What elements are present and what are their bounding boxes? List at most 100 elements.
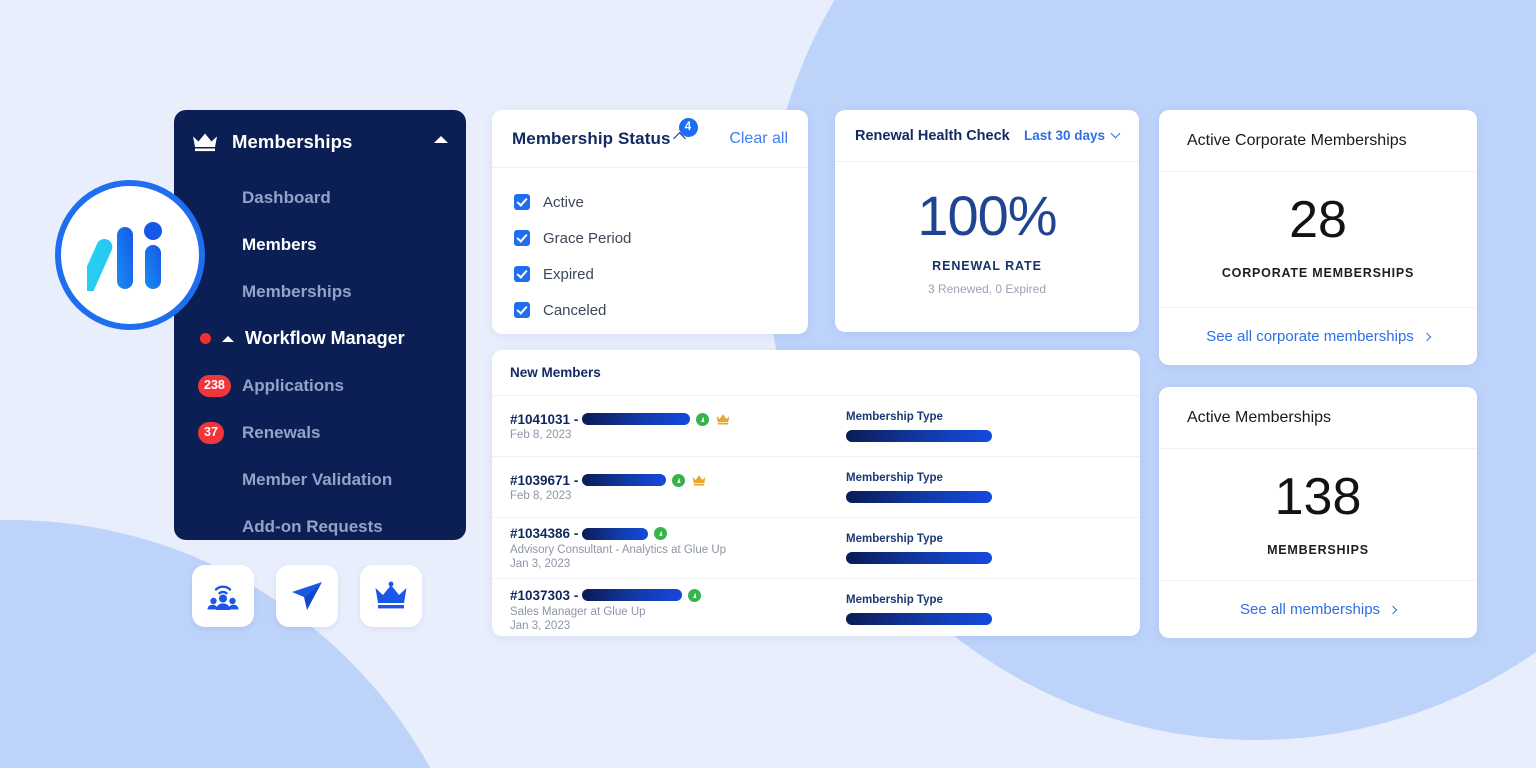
member-summary: #1039671 - Feb 8, 2023 <box>510 473 828 502</box>
sidebar-item-add-on-requests[interactable]: Add-on Requests <box>174 503 466 540</box>
membership-type-cell: Membership Type <box>828 594 1122 625</box>
memberships-card-header: Active Memberships <box>1159 387 1477 449</box>
notification-dot-icon <box>200 333 211 344</box>
status-option-label: Canceled <box>543 301 607 319</box>
membership-type-redacted <box>846 551 992 564</box>
status-filter-list: Active Grace Period Expired Canceled <box>492 168 808 328</box>
membership-status-title-wrap[interactable]: Membership Status 4 <box>512 117 698 149</box>
send-message-button[interactable] <box>276 565 338 627</box>
renewal-rate-label: RENEWAL RATE <box>932 259 1042 273</box>
member-id: #1041031 - <box>510 411 579 427</box>
see-all-memberships-link[interactable]: See all memberships <box>1239 601 1398 618</box>
verified-badge-icon <box>688 588 702 602</box>
member-summary: #1041031 - Feb 8, 2023 <box>510 412 828 441</box>
table-row[interactable]: #1037303 - Sales Manager at Glue Up Jan 3,… <box>492 579 1140 636</box>
applications-count-badge: 238 <box>198 374 231 397</box>
renewal-rate-subtext: 3 Renewed, 0 Expired <box>927 282 1047 296</box>
sidebar-group-workflow-manager[interactable]: Workflow Manager <box>174 315 466 362</box>
corporate-card-title: Active Corporate Memberships <box>1187 131 1407 149</box>
renewal-health-title: Renewal Health Check <box>855 127 1010 144</box>
membership-type-label: Membership Type <box>846 594 943 606</box>
verified-badge-icon <box>654 527 668 540</box>
premium-crown-icon <box>692 474 706 486</box>
member-id: #1039671 - <box>510 472 579 488</box>
sidebar-item-label: Members <box>242 234 317 254</box>
renewal-rate-value: 100% <box>917 184 1057 247</box>
member-identity-line: #1041031 - <box>510 412 828 427</box>
decorative-blob-bottom-left <box>0 520 490 768</box>
membership-type-redacted <box>846 490 992 503</box>
chevron-right-icon <box>1422 332 1432 341</box>
community-broadcast-button[interactable] <box>192 565 254 627</box>
status-option-grace-period[interactable]: Grace Period <box>514 220 808 256</box>
membership-type-cell: Membership Type <box>828 411 1122 442</box>
status-option-canceled[interactable]: Canceled <box>514 292 808 328</box>
memberships-button[interactable] <box>360 565 422 627</box>
sidebar-item-member-validation[interactable]: Member Validation <box>174 456 466 503</box>
member-join-date: Feb 8, 2023 <box>510 489 572 502</box>
renewal-health-check-card: Renewal Health Check Last 30 days 100% R… <box>835 110 1139 332</box>
table-row[interactable]: #1039671 - Feb 8, 2023 Membership Type <box>492 457 1140 518</box>
member-identity-line: #1037303 - <box>510 588 828 603</box>
crown-icon <box>192 132 218 152</box>
paper-plane-icon <box>292 582 322 610</box>
membership-type-redacted <box>846 429 992 442</box>
active-memberships-card: Active Memberships 138 MEMBERSHIPS See a… <box>1159 387 1477 638</box>
table-row[interactable]: #1041031 - Feb 8, 2023 Membership Type <box>492 396 1140 457</box>
new-members-title: New Members <box>510 365 601 380</box>
membership-type-cell: Membership Type <box>828 533 1122 564</box>
membership-type-redacted <box>846 613 992 625</box>
new-members-list: #1041031 - Feb 8, 2023 Membership Type #103… <box>492 396 1140 636</box>
member-job-title: Sales Manager at Glue Up <box>510 605 646 618</box>
community-broadcast-icon <box>207 585 239 610</box>
memberships-card-title: Active Memberships <box>1187 408 1332 426</box>
sidebar-item-label: Dashboard <box>242 187 331 207</box>
status-option-label: Expired <box>543 265 594 283</box>
memberships-card-body: 138 MEMBERSHIPS <box>1159 449 1477 557</box>
sidebar-item-renewals[interactable]: 37 Renewals <box>174 409 466 456</box>
renewal-health-body: 100% RENEWAL RATE 3 Renewed, 0 Expired <box>835 162 1139 297</box>
membership-status-card: Membership Status 4 Clear all Active Gra… <box>492 110 808 334</box>
floating-action-buttons <box>192 565 422 627</box>
corporate-count-value: 28 <box>1289 191 1347 249</box>
renewal-health-header: Renewal Health Check Last 30 days <box>835 110 1139 162</box>
sidebar-item-applications[interactable]: 238 Applications <box>174 362 466 409</box>
sidebar-item-dashboard[interactable]: Dashboard <box>174 174 466 221</box>
checkbox-icon[interactable] <box>514 230 530 246</box>
member-join-date: Jan 3, 2023 <box>510 619 571 632</box>
member-summary: #1034386 - Advisory Consultant - Analytic… <box>510 526 828 570</box>
date-range-selector[interactable]: Last 30 days <box>1024 128 1121 143</box>
sidebar-item-label: Applications <box>242 375 345 395</box>
membership-status-title: Membership Status <box>512 128 671 148</box>
crown-icon <box>375 581 407 609</box>
checkbox-icon[interactable] <box>514 194 530 210</box>
chevron-up-icon[interactable] <box>434 136 448 143</box>
sidebar-item-memberships-header[interactable]: Memberships <box>174 110 466 174</box>
chevron-up-icon <box>222 335 234 342</box>
link-label: See all memberships <box>1239 601 1381 618</box>
glue-up-ai-logo <box>55 180 205 330</box>
see-all-corporate-memberships-link[interactable]: See all corporate memberships <box>1206 328 1432 345</box>
membership-type-label: Membership Type <box>846 532 943 545</box>
checkbox-icon[interactable] <box>514 302 530 318</box>
member-id: #1034386 - <box>510 526 579 541</box>
status-option-active[interactable]: Active <box>514 184 808 220</box>
member-summary: #1037303 - Sales Manager at Glue Up Jan 3,… <box>510 588 828 632</box>
member-join-date: Feb 8, 2023 <box>510 428 572 441</box>
sidebar-item-memberships[interactable]: Memberships <box>174 268 466 315</box>
active-corporate-memberships-card: Active Corporate Memberships 28 CORPORAT… <box>1159 110 1477 365</box>
sidebar-item-label: Add-on Requests <box>242 516 383 536</box>
member-name-redacted <box>582 527 649 540</box>
sidebar-nav: Memberships Dashboard Members Membership… <box>174 110 466 540</box>
checkbox-icon[interactable] <box>514 266 530 282</box>
member-name-redacted <box>582 474 667 486</box>
status-option-expired[interactable]: Expired <box>514 256 808 292</box>
sidebar-item-members[interactable]: Members <box>174 221 466 268</box>
sidebar-item-label: Memberships <box>242 281 352 301</box>
clear-all-button[interactable]: Clear all <box>729 130 788 148</box>
member-identity-line: #1034386 - <box>510 526 828 541</box>
table-row[interactable]: #1034386 - Advisory Consultant - Analytic… <box>492 518 1140 579</box>
member-name-redacted <box>582 413 691 425</box>
sidebar-item-label: Member Validation <box>242 469 393 489</box>
corporate-card-body: 28 CORPORATE MEMBERSHIPS <box>1159 172 1477 280</box>
